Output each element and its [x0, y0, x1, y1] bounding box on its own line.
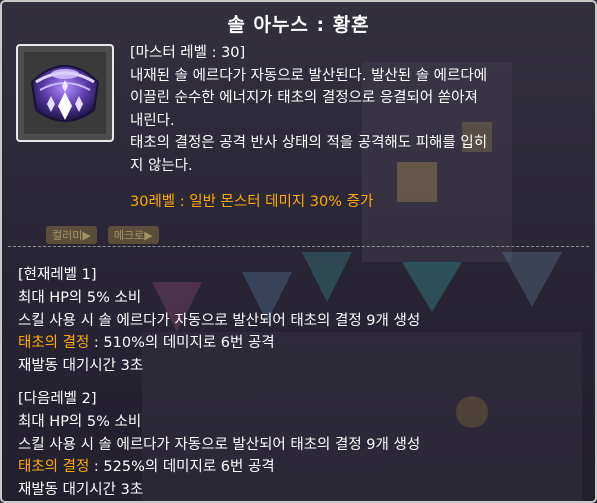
damage-text: : 510%의 데미지로 6번 공격: [89, 335, 275, 352]
background-button: 메크로▶: [107, 226, 159, 244]
skill-title: 솔 아누스 : 황혼: [227, 14, 370, 36]
level-info: [현재레벨 1] 최대 HP의 5% 소비 스킬 사용 시 솔 에르다가 자동으…: [18, 264, 588, 501]
highlight-label: 태초의 결정: [18, 335, 90, 352]
next-level-line: 스킬 사용 시 솔 에르다가 자동으로 발산되어 태초의 결정 9개 생성: [18, 436, 421, 453]
next-level-damage: 태초의 결정 : 525%의 데미지로 6번 공격: [18, 456, 588, 479]
next-level-cooldown: 재발동 대기시간 3초: [18, 482, 144, 499]
description-line: 지 않는다.: [130, 157, 193, 174]
master-bonus-text: 30레벨 : 일반 몬스터 데미지 30% 증가: [130, 194, 374, 210]
background-buttons: 컬러미▶ 메크로▶: [46, 224, 165, 244]
master-level-label: [마스터 레벨 : 30]: [130, 45, 246, 61]
damage-text: : 525%의 데미지로 6번 공격: [89, 459, 275, 476]
skill-icon-frame: [16, 44, 114, 142]
skill-description: [마스터 레벨 : 30] 내재된 솔 에르다가 자동으로 발산된다. 발산된 …: [130, 42, 590, 214]
current-level-damage: 태초의 결정 : 510%의 데미지로 6번 공격: [18, 332, 588, 355]
description-line: 내린다.: [130, 112, 175, 129]
current-level-cooldown: 재발동 대기시간 3초: [18, 358, 144, 375]
section-divider: [8, 246, 589, 247]
current-level-header: [현재레벨 1]: [18, 267, 97, 283]
highlight-label: 태초의 결정: [18, 459, 90, 476]
description-line: 내재된 솔 에르다가 자동으로 발산된다. 발산된 솔 에르다에: [130, 67, 488, 84]
skill-tooltip: 솔 아누스 : 황혼 [마스터 레벨 : 30] 내재된 솔 에르다가 자동으로…: [0, 0, 597, 503]
next-level-line: 최대 HP의 5% 소비: [18, 413, 142, 430]
description-line: 태초의 결정은 공격 반사 상태의 적을 공격해도 피해를 입히: [130, 135, 488, 151]
background-button: 컬러미▶: [46, 226, 97, 244]
sol-janus-dusk-skill-icon: [24, 52, 106, 134]
description-line: 이끌린 순수한 에너지가 태초의 결정으로 응결되어 쏟아져: [130, 90, 478, 106]
current-level-line: 스킬 사용 시 솔 에르다가 자동으로 발산되어 태초의 결정 9개 생성: [18, 312, 421, 329]
current-level-line: 최대 HP의 5% 소비: [18, 289, 142, 306]
next-level-header: [다음레벨 2]: [18, 390, 97, 407]
